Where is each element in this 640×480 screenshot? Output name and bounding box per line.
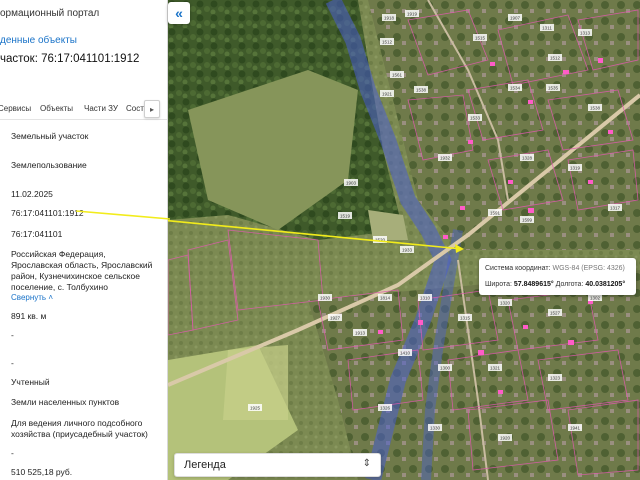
parcel-number-label[interactable]: 1300 [440, 366, 451, 371]
parcel-number-label[interactable]: 1941 [570, 426, 581, 431]
legend-dropdown[interactable]: Легенда ⇕ [174, 453, 381, 477]
parcel-number-label[interactable]: 1918 [384, 16, 395, 21]
parcel-number-label[interactable]: 1321 [490, 366, 501, 371]
parcel-number-label[interactable]: 1410 [400, 351, 411, 356]
field-area: 891 кв. м [11, 311, 47, 321]
latlon-row: Широта: 57.8489615° Долгота: 40.0381205° [485, 281, 625, 288]
parcel-number-label[interactable]: 1907 [510, 16, 521, 21]
collapse-link-label[interactable]: Свернуть [11, 293, 46, 302]
chevron-right-icon[interactable]: ▸ [144, 100, 160, 118]
crs-row: Система координат: WGS-84 (EPSG: 4326) [485, 265, 625, 272]
tab-bar: Сервисы Объекты Части ЗУ Сост [0, 99, 167, 119]
collapse-link[interactable]: Свернуть ˄ [11, 293, 53, 302]
parcel-number-label[interactable]: 1903 [346, 181, 357, 186]
parcel-number-label[interactable]: 1328 [522, 156, 533, 161]
parcel-number-label[interactable]: 1925 [250, 406, 261, 411]
parcel-number-label[interactable]: 1512 [382, 40, 393, 45]
parcel-title: часток: 76:17:041101:1912 [0, 53, 140, 65]
parcel-number-label[interactable]: 1538 [416, 88, 427, 93]
field-kind: Землепользование [11, 160, 87, 170]
lon-label: Долгота: [555, 281, 584, 288]
parcel-number-label[interactable]: 1323 [550, 376, 561, 381]
parcel-number-label[interactable]: 1302 [590, 296, 601, 301]
chevron-up-icon[interactable]: ˄ [48, 293, 53, 302]
field-address-line: район, Кузнечихинское сельское [11, 271, 140, 281]
field-address-line: Российская Федерация, [11, 249, 106, 259]
parcel-number-label[interactable]: 1515 [475, 36, 486, 41]
parcel-number-label[interactable]: 1315 [460, 316, 471, 321]
field-object-type: Земельный участок [11, 131, 89, 141]
field-empty: - [11, 358, 14, 368]
tab-state[interactable]: Сост [126, 104, 144, 113]
field-date: 11.02.2025 [11, 189, 53, 199]
field-cad-number: 76:17:041101:1912 [11, 208, 84, 218]
lat-value[interactable]: 57.8489615° [514, 281, 554, 288]
tab-parts[interactable]: Части ЗУ [84, 104, 118, 113]
parcel-number-label[interactable]: 1512 [550, 56, 561, 61]
field-address-line: поселение, с. Толбухино [11, 282, 108, 292]
parcel-number-label[interactable]: 1535 [548, 86, 559, 91]
crs-value: WGS-84 (EPSG: 4326) [552, 265, 625, 272]
parcel-number-label[interactable]: 1920 [500, 436, 511, 441]
parcel-number-label[interactable]: 1561 [392, 73, 403, 78]
info-panel: ормационный портал денные объекты часток… [0, 0, 168, 480]
parcel-number-label[interactable]: 1317 [610, 206, 621, 211]
parcel-number-label[interactable]: 1538 [590, 106, 601, 111]
parcel-number-label[interactable]: 1919 [407, 12, 418, 17]
field-empty: - [11, 330, 14, 340]
field-empty: - [11, 448, 14, 458]
field-price: 510 525,18 руб. [11, 467, 73, 477]
connector-line-panel [76, 210, 170, 220]
parcel-number-label[interactable]: 1814 [380, 296, 391, 301]
parcel-number-label[interactable]: 1519 [340, 214, 351, 219]
map-canvas[interactable]: 1918191915121538190315191520193319211561… [168, 0, 640, 480]
tab-services[interactable]: Сервисы [0, 104, 31, 113]
satellite-map[interactable]: 1918 1919 1512 1538 1903 1519 1520 1933 1921 1561… [168, 0, 640, 480]
lon-value[interactable]: 40.0381205° [585, 281, 625, 288]
updown-chevron-icon[interactable]: ⇕ [363, 458, 371, 469]
parcel-number-label[interactable]: 1930 [320, 296, 331, 301]
tab-objects[interactable]: Объекты [40, 104, 73, 113]
crs-label: Система координат: [485, 265, 551, 272]
parcel-number-label[interactable]: 1921 [382, 92, 393, 97]
parcel-number-label[interactable]: 1320 [500, 301, 511, 306]
parcel-number-label[interactable]: 1326 [380, 406, 391, 411]
field-use-line: хозяйства (приусадебный участок) [11, 429, 148, 439]
tabs-divider [0, 119, 167, 120]
field-status: Учтенный [11, 377, 50, 387]
parcel-number-label[interactable]: 1591 [490, 211, 501, 216]
lat-label: Широта: [485, 281, 512, 288]
parcel-number-label[interactable]: 1311 [542, 26, 552, 31]
parcel-number-label[interactable]: 1927 [330, 316, 341, 321]
parcel-number-label[interactable]: 1932 [440, 156, 451, 161]
double-chevron-left-icon[interactable]: « [168, 2, 190, 24]
parcel-number-label[interactable]: 1319 [570, 166, 581, 171]
field-quarter: 76:17:041101 [11, 229, 63, 239]
parcel-number-label[interactable]: 1599 [522, 218, 533, 223]
field-use-line: Для ведения личного подсобного [11, 418, 143, 428]
portal-title: ормационный портал [0, 8, 100, 19]
legend-label: Легенда [184, 459, 226, 471]
parcel-number-label[interactable]: 1313 [580, 31, 591, 36]
parcel-number-label[interactable]: 1933 [402, 248, 413, 253]
parcel-number-label[interactable]: 1330 [430, 426, 441, 431]
coordinates-popup: Система координат: WGS-84 (EPSG: 4326) Ш… [479, 258, 636, 295]
field-category: Земли населенных пунктов [11, 397, 120, 407]
parcel-number-label[interactable]: 1913 [355, 331, 366, 336]
parcel-number-label[interactable]: 1534 [510, 86, 521, 91]
parcel-number-label[interactable]: 1527 [550, 311, 561, 316]
parcel-number-label[interactable]: 1310 [420, 296, 431, 301]
parcel-number-label[interactable]: 1533 [470, 116, 481, 121]
found-objects-link[interactable]: денные объекты [0, 35, 77, 46]
field-address-line: Ярославская область, Ярославский [11, 260, 153, 270]
